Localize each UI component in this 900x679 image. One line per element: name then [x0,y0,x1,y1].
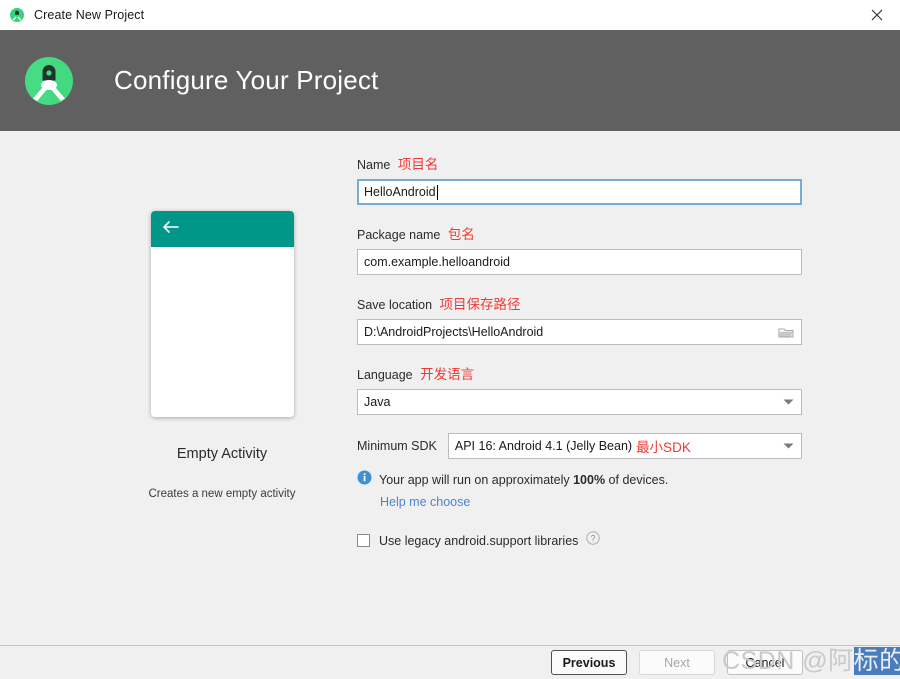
page-title: Configure Your Project [114,65,379,95]
back-arrow-icon [162,220,179,239]
field-name: Name 项目名 HelloAndroid [357,153,802,205]
field-package-name-annotation: 包名 [447,227,475,242]
device-coverage-info: Your app will run on approximately 100% … [357,470,802,490]
field-package-name-label-text: Package name [357,228,441,242]
template-preview-appbar [150,211,294,247]
legacy-libraries-label[interactable]: Use legacy android.support libraries [379,534,578,548]
field-save-location-annotation: 项目保存路径 [439,297,521,312]
chevron-down-icon[interactable] [783,443,794,450]
project-config-form: Name 项目名 HelloAndroid Package name 包名 co… [357,153,802,550]
template-preview: Empty Activity Creates a new empty activ… [108,211,336,500]
save-location-input-value: D:\AndroidProjects\HelloAndroid [364,325,544,339]
question-mark-icon[interactable]: ? [586,531,601,550]
field-package-name-label: Package name 包名 [357,223,802,243]
device-coverage-text-after: of devices. [605,473,669,487]
field-minimum-sdk: Minimum SDK API 16: Android 4.1 (Jelly B… [357,433,802,459]
name-input[interactable]: HelloAndroid [357,179,802,205]
window-title: Create New Project [34,7,145,22]
device-coverage-text: Your app will run on approximately 100% … [379,473,668,487]
help-me-choose-link[interactable]: Help me choose [380,495,802,509]
template-preview-content [150,247,294,417]
dialog-footer: Previous Next Cancel [0,645,900,679]
legacy-libraries-row: Use legacy android.support libraries ? [357,531,802,550]
legacy-libraries-checkbox[interactable] [357,534,370,547]
field-save-location-label: Save location 项目保存路径 [357,293,802,313]
field-package-name: Package name 包名 com.example.helloandroid [357,223,802,275]
text-caret [436,184,438,200]
field-save-location: Save location 项目保存路径 D:\AndroidProjects\… [357,293,802,345]
window-titlebar: Create New Project [0,0,900,30]
svg-text:?: ? [591,533,596,543]
package-name-input-value: com.example.helloandroid [364,255,510,269]
close-icon[interactable] [854,0,900,29]
device-coverage-percent: 100% [573,473,606,487]
field-language-label-text: Language [357,368,413,382]
template-name: Empty Activity [176,446,268,462]
folder-icon[interactable] [778,326,794,339]
next-button: Next [639,650,715,675]
field-name-label: Name 项目名 [357,153,802,173]
dialog-header: Configure Your Project [0,30,900,131]
field-name-annotation: 项目名 [397,157,439,172]
field-name-label-text: Name [357,158,391,172]
android-studio-icon [9,7,25,23]
name-input-value: HelloAndroid [364,185,436,199]
package-name-input[interactable]: com.example.helloandroid [357,249,802,275]
minimum-sdk-select[interactable]: API 16: Android 4.1 (Jelly Bean) 最小SDK [447,433,802,459]
field-save-location-label-text: Save location [357,298,433,312]
previous-button[interactable]: Previous [551,650,627,675]
language-select-value: Java [364,395,391,409]
device-coverage-text-before: Your app will run on approximately [379,473,574,487]
template-description: Creates a new empty activity [148,488,296,500]
dialog-body: Empty Activity Creates a new empty activ… [0,131,900,645]
android-studio-logo [22,54,76,108]
field-language-annotation: 开发语言 [420,367,475,382]
minimum-sdk-select-value: API 16: Android 4.1 (Jelly Bean) [454,439,633,453]
minimum-sdk-annotation: 最小SDK [636,440,691,455]
field-minimum-sdk-label: Minimum SDK [357,439,437,453]
cancel-button[interactable]: Cancel [727,650,803,675]
template-preview-card [150,211,294,417]
field-language-label: Language 开发语言 [357,363,802,383]
save-location-input[interactable]: D:\AndroidProjects\HelloAndroid [357,319,802,345]
field-language: Language 开发语言 Java [357,363,802,415]
info-icon [357,470,372,490]
language-select[interactable]: Java [357,389,802,415]
chevron-down-icon[interactable] [783,399,794,406]
